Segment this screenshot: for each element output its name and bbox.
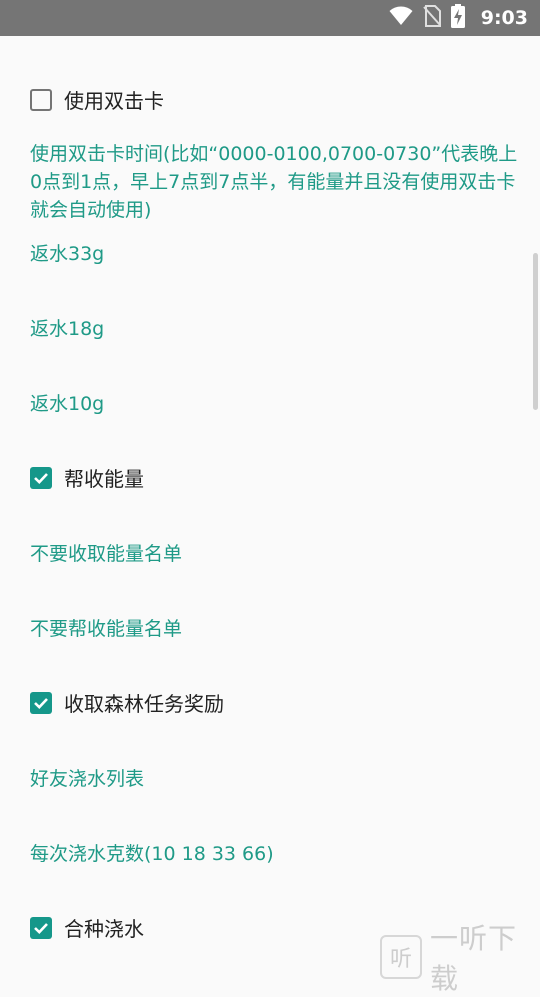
battery-charging-icon (450, 4, 465, 32)
water-grams-label: 每次浇水克数(10 18 33 66) (30, 843, 274, 865)
help-collect-setting[interactable]: 帮收能量 (30, 463, 520, 492)
double-click-time-description: 使用双击卡时间(比如“0000-0100,0700-0730”代表晚上0点到1点… (30, 143, 518, 221)
check-icon (34, 922, 48, 934)
check-icon (34, 697, 48, 709)
double-click-card-setting[interactable]: 使用双击卡 (30, 85, 520, 114)
forest-task-setting[interactable]: 收取森林任务奖励 (30, 688, 520, 717)
double-click-time-setting[interactable]: 使用双击卡时间(比如“0000-0100,0700-0730”代表晚上0点到1点… (30, 140, 520, 224)
watermark-logo: 听 (380, 935, 422, 979)
watermark: 听 一听下载 (380, 917, 540, 997)
double-click-card-checkbox[interactable] (30, 88, 52, 111)
return-18g-setting[interactable]: 返水18g (30, 314, 520, 341)
double-click-card-label: 使用双击卡 (64, 89, 164, 113)
wifi-icon (389, 6, 413, 30)
status-icons: 9:03 (389, 0, 528, 36)
no-sim-icon (422, 5, 441, 31)
help-collect-label: 帮收能量 (64, 467, 144, 491)
forest-task-checkbox[interactable] (30, 691, 52, 714)
status-time: 9:03 (480, 7, 528, 29)
help-collect-checkbox[interactable] (30, 466, 52, 489)
return-18g-label: 返水18g (30, 318, 105, 340)
cooperate-water-checkbox[interactable] (30, 916, 52, 939)
return-33g-setting[interactable]: 返水33g (30, 239, 520, 266)
return-33g-label: 返水33g (30, 243, 105, 265)
no-help-list-setting[interactable]: 不要帮收能量名单 (30, 614, 520, 641)
check-icon (34, 472, 48, 484)
return-10g-label: 返水10g (30, 393, 105, 415)
watermark-text: 一听下载 (429, 922, 517, 995)
settings-list: 使用双击卡 使用双击卡时间(比如“0000-0100,0700-0730”代表晚… (0, 36, 540, 960)
cooperate-water-label: 合种浇水 (64, 917, 144, 941)
friend-water-list-setting[interactable]: 好友浇水列表 (30, 764, 520, 791)
no-collect-list-setting[interactable]: 不要收取能量名单 (30, 539, 520, 566)
water-grams-setting[interactable]: 每次浇水克数(10 18 33 66) (30, 839, 520, 866)
scrollbar-thumb[interactable] (533, 253, 538, 410)
status-bar: 9:03 (0, 0, 540, 36)
return-10g-setting[interactable]: 返水10g (30, 389, 520, 416)
no-collect-list-label: 不要收取能量名单 (30, 543, 183, 565)
forest-task-label: 收取森林任务奖励 (64, 692, 224, 716)
friend-water-list-label: 好友浇水列表 (30, 768, 145, 790)
no-help-list-label: 不要帮收能量名单 (30, 618, 183, 640)
